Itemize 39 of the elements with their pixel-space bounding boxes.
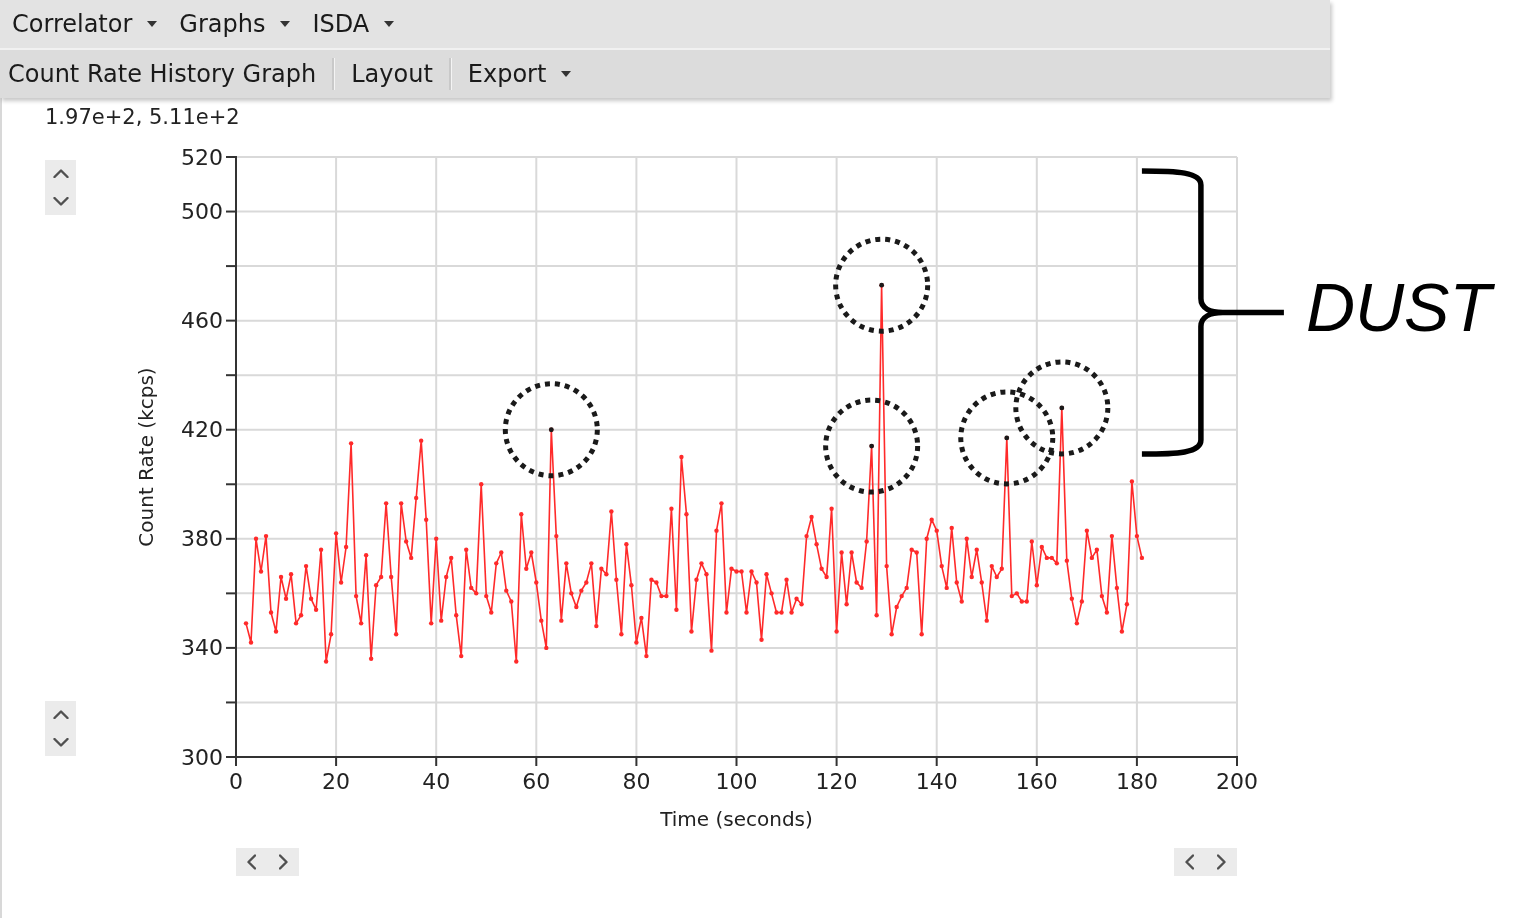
chevron-up-icon — [52, 169, 69, 179]
chevron-up-icon — [52, 710, 69, 720]
y-tick-label: 460 — [181, 308, 223, 334]
menu-button[interactable]: Graphs — [168, 4, 302, 44]
x-tick-label: 60 — [522, 768, 551, 794]
chevron-down-icon — [52, 737, 69, 747]
y-tick-label: 340 — [181, 635, 223, 661]
menu-button[interactable]: ISDA — [301, 4, 406, 44]
y-tick-label: 500 — [181, 199, 223, 225]
y-tick-label: 420 — [181, 417, 223, 443]
x-tick-label: 20 — [322, 768, 351, 794]
chevron-down-icon — [52, 196, 69, 206]
toolbar-button[interactable]: Count Rate History Graph — [0, 54, 333, 94]
y-tick-label: 300 — [181, 744, 223, 770]
cursor-coordinates: 1.97e+2, 5.11e+2 — [45, 105, 240, 129]
x-tick-label: 160 — [1015, 768, 1058, 794]
x-tick-label: 120 — [815, 768, 858, 794]
chevron-right-icon — [278, 854, 288, 870]
x-tick-label: 0 — [229, 768, 243, 794]
y-tick-label: 520 — [181, 144, 223, 170]
y-tick-label: 380 — [181, 526, 223, 552]
chevron-right-icon — [1216, 854, 1226, 870]
x-tick-label: 100 — [715, 768, 758, 794]
x-tick-label: 180 — [1115, 768, 1158, 794]
x-tick-label: 140 — [915, 768, 958, 794]
y-axis-title: Count Rate (kcps) — [134, 367, 158, 547]
menu-button[interactable]: Correlator — [1, 4, 169, 44]
caret-down-icon — [561, 71, 572, 77]
x-tick-label: 80 — [622, 768, 651, 794]
chevron-left-icon — [1185, 854, 1195, 870]
toolbar-button[interactable]: Layout — [335, 54, 449, 94]
caret-down-icon — [147, 21, 158, 27]
x-axis-title: Time (seconds) — [660, 807, 813, 831]
x-tick-label: 200 — [1216, 768, 1258, 794]
caret-down-icon — [384, 21, 395, 27]
x-tick-label: 40 — [422, 768, 451, 794]
dropdown-button[interactable]: Export — [451, 54, 588, 94]
chevron-left-icon — [247, 854, 257, 870]
caret-down-icon — [280, 21, 291, 27]
